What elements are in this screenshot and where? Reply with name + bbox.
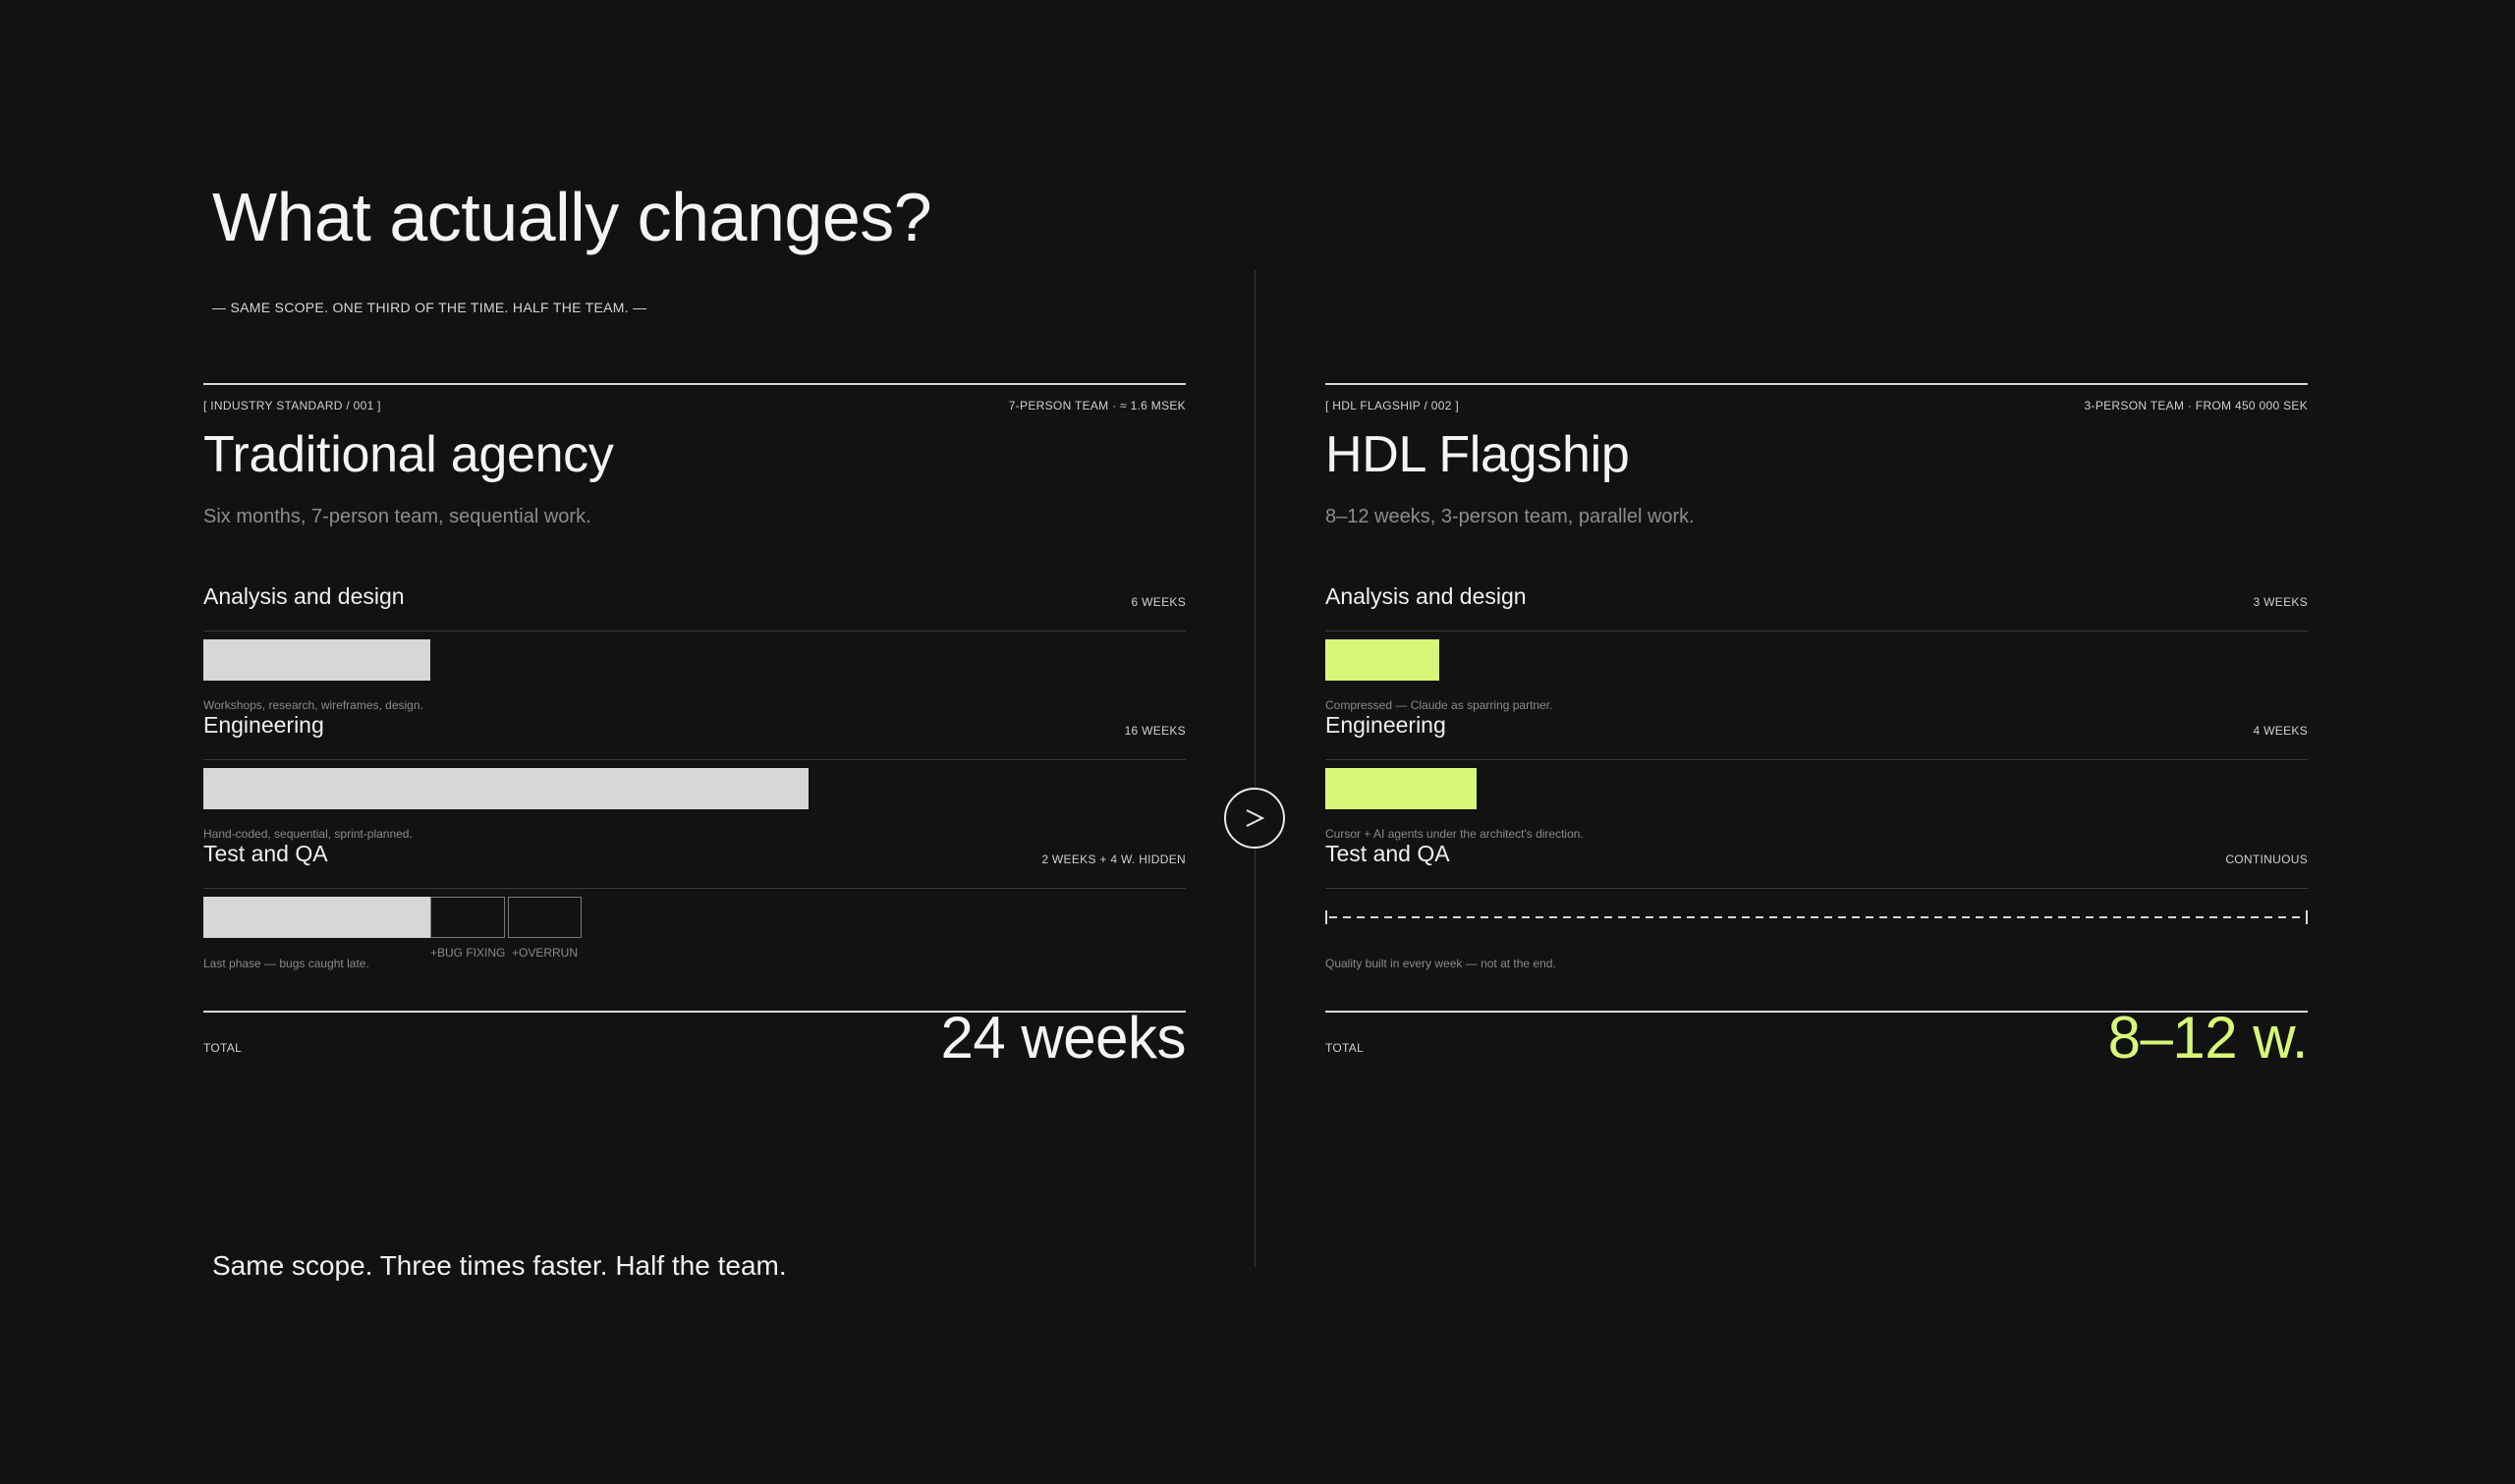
phase-duration-analysis: 3 WEEKS: [2253, 595, 2308, 609]
bug-fixing-label: +BUG FIXING: [430, 946, 506, 960]
phase-label-analysis: Analysis and design: [203, 583, 405, 609]
phase-label-test-qa: Test and QA: [203, 841, 328, 866]
column-divider: [1255, 270, 1256, 1267]
page-subtitle: — SAME SCOPE. ONE THIRD OF THE TIME. HAL…: [212, 300, 647, 315]
total-value: 24 weeks: [940, 1005, 1187, 1071]
traditional-agency-column: [ INDUSTRY STANDARD / 001 ] 7-PERSON TEA…: [203, 383, 1187, 1071]
phase-note-analysis: Compressed — Claude as sparring partner.: [1325, 698, 1553, 712]
column-heading: Traditional agency: [203, 426, 614, 483]
phase-note-analysis: Workshops, research, wireframes, design.: [203, 698, 423, 712]
hdl-flagship-column: [ HDL FLAGSHIP / 002 ] 3-PERSON TEAM · F…: [1325, 383, 2309, 1071]
compare-arrow-button[interactable]: [1224, 788, 1285, 849]
timeline-bar-analysis: [1325, 639, 1439, 681]
phase-rule: [1325, 631, 2308, 632]
phase-duration-test-qa: 2 WEEKS + 4 W. HIDDEN: [1041, 852, 1186, 866]
phase-label-engineering: Engineering: [203, 712, 324, 738]
phase-duration-engineering: 16 WEEKS: [1124, 724, 1186, 738]
timeline-bar-overrun: [508, 897, 582, 938]
phase-duration-engineering: 4 WEEKS: [2253, 724, 2308, 738]
phase-note-engineering: Cursor + AI agents under the architect's…: [1325, 827, 1584, 841]
overrun-label: +OVERRUN: [512, 946, 579, 960]
column-description: Six months, 7-person team, sequential wo…: [203, 506, 591, 527]
timeline-bar-engineering: [203, 768, 809, 809]
phase-label-engineering: Engineering: [1325, 712, 1446, 738]
timeline-bar-test-qa: [203, 897, 430, 938]
total-label: TOTAL: [203, 1041, 243, 1055]
phase-rule: [203, 759, 1186, 760]
column-top-rule: [1325, 383, 2308, 385]
continuous-qa-dashed-line: [1325, 910, 2308, 924]
column-tag: [ INDUSTRY STANDARD / 001 ]: [203, 399, 381, 412]
phase-note-test-qa: Last phase — bugs caught late.: [203, 957, 369, 970]
column-tag: [ HDL FLAGSHIP / 002 ]: [1325, 399, 1459, 412]
column-heading: HDL Flagship: [1325, 426, 1630, 483]
phase-duration-test-qa: CONTINUOUS: [2225, 852, 2308, 866]
page-title: What actually changes?: [212, 179, 932, 255]
phase-label-analysis: Analysis and design: [1325, 583, 1527, 609]
phase-note-test-qa: Quality built in every week — not at the…: [1325, 957, 1556, 970]
phase-rule: [1325, 759, 2308, 760]
phase-rule: [203, 888, 1186, 889]
phase-rule: [1325, 888, 2308, 889]
chevron-right-icon: [1246, 809, 1265, 827]
phase-duration-analysis: 6 WEEKS: [1131, 595, 1186, 609]
footer-statement: Same scope. Three times faster. Half the…: [212, 1250, 787, 1281]
total-label: TOTAL: [1325, 1041, 1365, 1055]
total-value: 8–12 w.: [2107, 1005, 2309, 1071]
column-top-rule: [203, 383, 1186, 385]
timeline-bar-bug-fixing: [430, 897, 505, 938]
timeline-bar-engineering: [1325, 768, 1477, 809]
timeline-bar-analysis: [203, 639, 430, 681]
phase-label-test-qa: Test and QA: [1325, 841, 1450, 866]
column-meta: 7-PERSON TEAM · ≈ 1.6 MSEK: [1008, 399, 1186, 412]
phase-rule: [203, 631, 1186, 632]
column-description: 8–12 weeks, 3-person team, parallel work…: [1325, 506, 1695, 527]
column-meta: 3-PERSON TEAM · FROM 450 000 SEK: [2084, 399, 2308, 412]
phase-note-engineering: Hand-coded, sequential, sprint-planned.: [203, 827, 413, 841]
